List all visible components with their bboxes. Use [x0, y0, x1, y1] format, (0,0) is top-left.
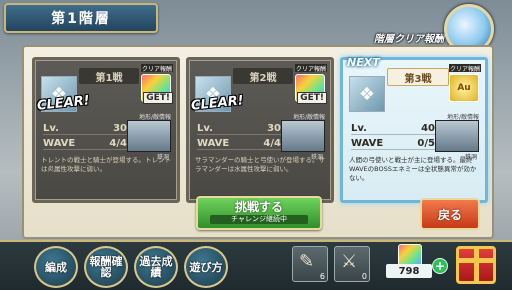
gift-ribbon-horizontal [456, 258, 496, 263]
battle-description: トレントの戦士と騎士が登場する。トレントは炎属性攻撃に弱い。 [41, 156, 171, 173]
level-value: 30 [113, 123, 127, 134]
how-to-play-button[interactable]: 遊び方 [184, 246, 228, 288]
wave-label: WAVE [197, 138, 230, 149]
gold-reward-icon: Au [449, 74, 479, 102]
formation-button[interactable]: 編成 [34, 246, 78, 288]
battle-emblem-icon: ❖ [349, 76, 385, 112]
wave-value: 4/4 [109, 138, 127, 149]
gem-icon [398, 244, 422, 266]
wave-row: WAVE 4/4 [43, 138, 127, 150]
level-label: Lv. [351, 123, 367, 134]
battle-card-2[interactable]: 第2戦 ❖ CLEAR! クリア報酬 GET! 地形/敵情報 鉄洞 Lv. 30… [186, 57, 334, 203]
level-value: 40 [421, 123, 435, 134]
battle-description: 人間の弓使いと戦士が主に登場する。最終WAVEのBOSSエネミーは全状態異常が効… [349, 156, 477, 182]
wave-value: 0/5 [417, 138, 435, 149]
reward-check-button[interactable]: 報酬確認 [84, 246, 128, 288]
wave-row: WAVE 0/5 [351, 138, 435, 150]
back-button[interactable]: 戻る [420, 198, 480, 230]
next-tag: NEXT [347, 56, 380, 69]
challenge-label: 挑戦する [234, 200, 283, 214]
sword-item-count: 0 [361, 272, 367, 281]
wave-value: 4/4 [263, 138, 281, 149]
reward-tag: クリア報酬 [295, 64, 327, 73]
terrain-image[interactable] [281, 120, 325, 152]
battle-card-3[interactable]: NEXT 第3戦 ❖ クリア報酬 Au 地形/敵情報 鉄洞 Lv. 40 WAV… [340, 56, 488, 203]
sword-icon: ⚔ [341, 251, 358, 272]
challenge-button[interactable]: 挑戦する チャレンジ継続中 [196, 196, 322, 230]
level-row: Lv. 40 [351, 123, 435, 135]
level-row: Lv. 30 [197, 123, 281, 135]
floor-title: 第1階層 [4, 3, 158, 33]
wave-label: WAVE [351, 138, 384, 149]
reward-tag: クリア報酬 [449, 64, 481, 73]
wave-row: WAVE 4/4 [197, 138, 281, 150]
floor-clear-reward-label: 階層クリア報酬 [374, 34, 444, 45]
battle-title: 第1戦 [79, 68, 139, 84]
sword-item-slot[interactable]: ⚔ 0 [334, 246, 370, 282]
battle-description: サラマンダーの騎士と弓使いが登場する。サラマンダーは水属性攻撃に弱い。 [195, 156, 325, 173]
wave-label: WAVE [43, 138, 76, 149]
gem-count: 798 [386, 264, 432, 278]
level-value: 30 [267, 123, 281, 134]
battle-title: 第3戦 [387, 68, 449, 86]
add-gem-button[interactable]: + [432, 258, 448, 274]
challenge-sub-label: チャレンジ継続中 [210, 215, 308, 224]
scroll-item-count: 6 [319, 272, 325, 281]
past-results-button[interactable]: 過去成績 [134, 246, 178, 288]
scroll-icon: ✎ [299, 251, 315, 272]
reward-tag: クリア報酬 [141, 64, 173, 73]
level-label: Lv. [43, 123, 59, 134]
terrain-image[interactable] [435, 120, 479, 152]
battle-title: 第2戦 [233, 68, 293, 84]
scroll-item-slot[interactable]: ✎ 6 [292, 246, 328, 282]
gift-ribbon-vertical [474, 246, 479, 284]
battle-card-1[interactable]: 第1戦 ❖ CLEAR! クリア報酬 GET! 地形/敵情報 鉄洞 Lv. 30… [32, 57, 180, 203]
level-label: Lv. [197, 123, 213, 134]
level-row: Lv. 30 [43, 123, 127, 135]
terrain-image[interactable] [127, 120, 171, 152]
get-stamp: GET! [143, 92, 173, 104]
get-stamp: GET! [297, 92, 327, 104]
